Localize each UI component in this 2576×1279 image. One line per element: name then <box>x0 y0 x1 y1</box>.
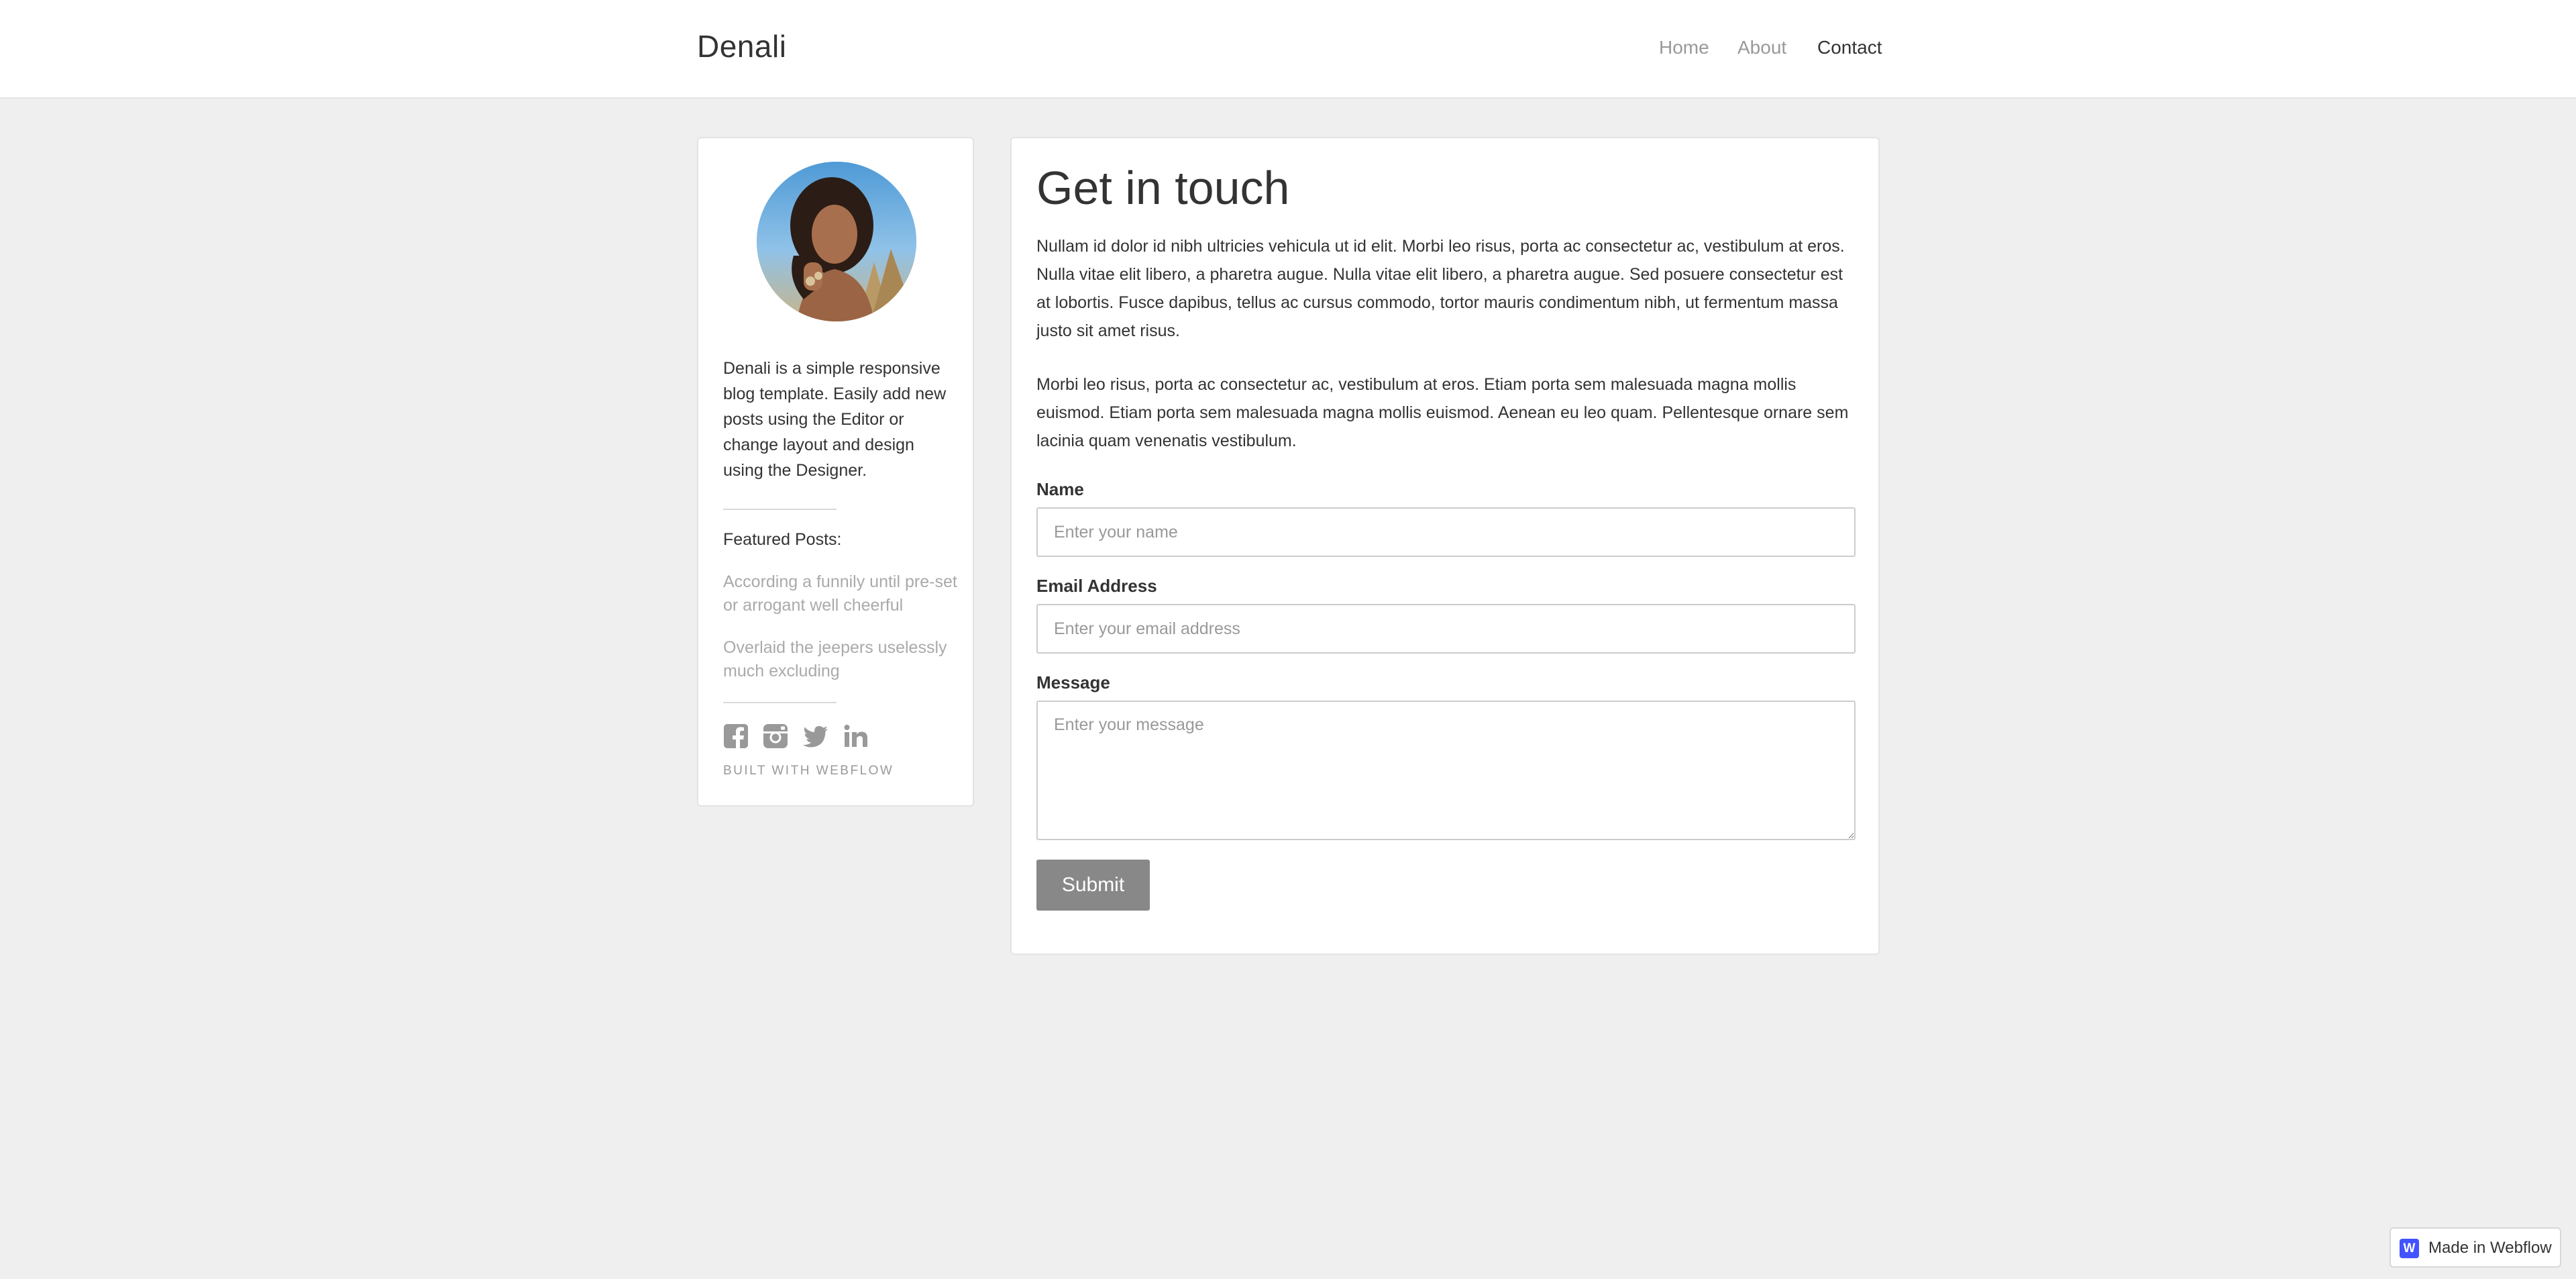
featured-post-link[interactable]: Overlaid the jeepers uselessly much excl… <box>723 636 958 683</box>
sidebar-card: Denali is a simple responsive blog templ… <box>697 137 974 807</box>
nav-link-contact[interactable]: Contact <box>1817 37 1882 58</box>
intro-paragraph: Nullam id dolor id nibh ultricies vehicu… <box>1036 237 1845 340</box>
email-label: Email Address <box>1036 576 1157 596</box>
top-navbar: Denali Home About Contact <box>0 0 2576 99</box>
made-in-webflow-badge[interactable]: W Made in Webflow <box>2390 1227 2561 1268</box>
divider <box>723 702 837 703</box>
built-with-webflow-link[interactable]: BUILT WITH WEBFLOW <box>723 764 894 778</box>
submit-button[interactable]: Submit <box>1036 860 1150 911</box>
featured-posts-heading: Featured Posts: <box>723 530 842 549</box>
twitter-icon[interactable] <box>803 723 828 749</box>
avatar <box>757 162 916 321</box>
divider <box>723 509 837 510</box>
featured-post-link[interactable]: According a funnily until pre-set or arr… <box>723 570 958 617</box>
intro-paragraph: Morbi leo risus, porta ac consectetur ac… <box>1036 375 1849 450</box>
page-title: Get in touch <box>1036 162 1290 214</box>
nav-link-about[interactable]: About <box>1737 37 1786 58</box>
message-label: Message <box>1036 672 1110 693</box>
linkedin-icon[interactable] <box>843 723 869 749</box>
name-label: Name <box>1036 479 1084 499</box>
brand-logo-link[interactable]: Denali <box>697 28 786 64</box>
avatar-portrait-image <box>757 162 916 321</box>
instagram-icon[interactable] <box>763 723 788 749</box>
name-field[interactable] <box>1036 507 1856 557</box>
contact-card: Get in touch Nullam id dolor id nibh ult… <box>1010 137 1880 955</box>
facebook-icon[interactable] <box>723 723 749 749</box>
webflow-logo-icon: W <box>2400 1239 2419 1258</box>
message-field[interactable] <box>1036 701 1856 840</box>
email-field[interactable] <box>1036 604 1856 654</box>
nav-link-home[interactable]: Home <box>1659 37 1709 58</box>
badge-label: Made in Webflow <box>2428 1239 2552 1257</box>
author-bio: Denali is a simple responsive blog templ… <box>723 359 947 480</box>
